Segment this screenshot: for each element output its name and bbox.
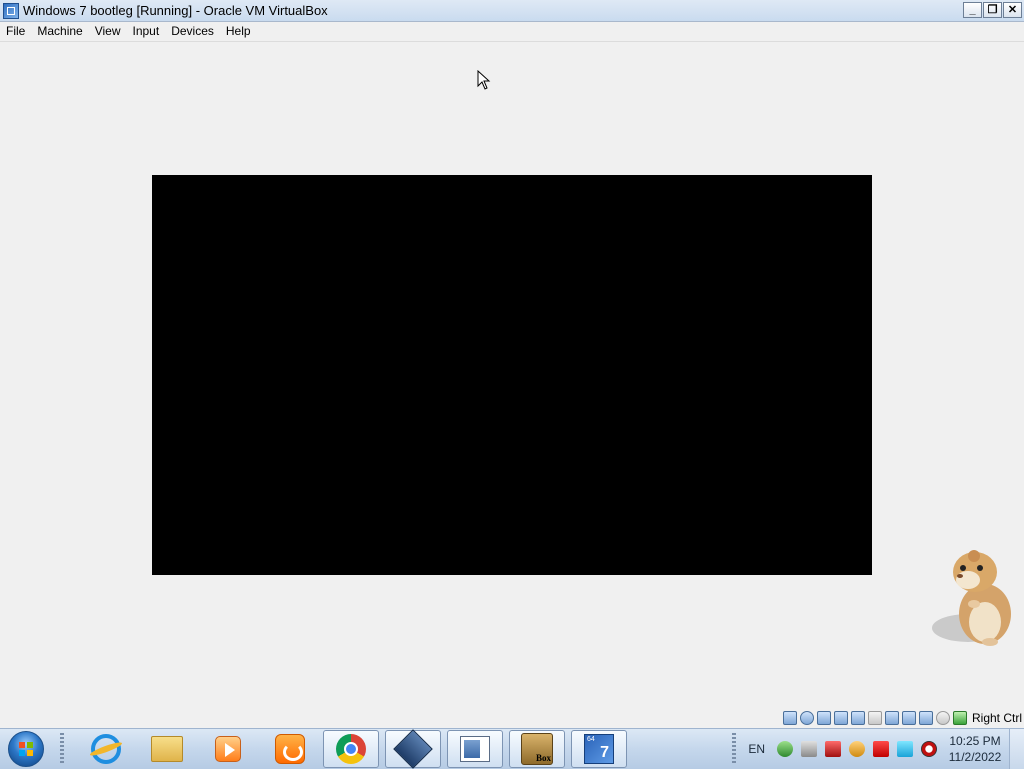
taskbar-grip[interactable] bbox=[60, 733, 64, 765]
menu-view[interactable]: View bbox=[89, 22, 127, 41]
taskbar-virtualbox[interactable] bbox=[385, 729, 441, 769]
vm-status-bar: Right Ctrl bbox=[782, 708, 1024, 728]
window-title: Windows 7 bootleg [Running] - Oracle VM … bbox=[23, 3, 328, 18]
media-player-icon bbox=[215, 736, 241, 762]
menu-file[interactable]: File bbox=[0, 22, 31, 41]
taskbar-internet-explorer[interactable] bbox=[78, 730, 134, 768]
action-center-flag-icon[interactable] bbox=[873, 741, 889, 757]
taskbar: Box 64 7 EN 10:25 PM 11/2/2022 bbox=[0, 728, 1024, 769]
security-tray-icon[interactable] bbox=[825, 741, 841, 757]
box-label: Box bbox=[535, 753, 551, 763]
vm-display[interactable] bbox=[152, 175, 872, 575]
internet-explorer-icon bbox=[91, 734, 121, 764]
system-tray: EN 10:25 PM 11/2/2022 bbox=[732, 729, 1024, 769]
title-bar: Windows 7 bootleg [Running] - Oracle VM … bbox=[0, 0, 1024, 22]
windows7-installer-icon: 64 7 bbox=[584, 734, 614, 764]
menu-devices[interactable]: Devices bbox=[165, 22, 220, 41]
show-desktop-button[interactable] bbox=[1009, 729, 1024, 769]
host-key-label: Right Ctrl bbox=[971, 711, 1022, 725]
shared-folders-icon[interactable] bbox=[867, 711, 882, 725]
chrome-icon bbox=[336, 734, 366, 764]
virtualbox-box-icon: Box bbox=[521, 733, 553, 765]
menu-machine[interactable]: Machine bbox=[31, 22, 88, 41]
tray-grip[interactable] bbox=[732, 733, 737, 765]
taskbar-virtualbox-vm[interactable]: Box bbox=[509, 730, 565, 768]
win7-badge: 64 bbox=[587, 736, 595, 743]
restore-button[interactable]: ❐ bbox=[983, 2, 1002, 18]
network-icon[interactable] bbox=[833, 711, 848, 725]
window-controls: _ ❐ ✕ bbox=[963, 2, 1022, 18]
close-button[interactable]: ✕ bbox=[1003, 2, 1022, 18]
clock[interactable]: 10:25 PM 11/2/2022 bbox=[945, 733, 1005, 765]
cpu-icon[interactable] bbox=[918, 711, 933, 725]
search-tray-icon[interactable] bbox=[849, 741, 865, 757]
recording-icon[interactable] bbox=[901, 711, 916, 725]
menu-input[interactable]: Input bbox=[127, 22, 166, 41]
mouse-integration-icon[interactable] bbox=[935, 711, 950, 725]
taskbar-chrome[interactable] bbox=[323, 730, 379, 768]
volume-tray-icon[interactable] bbox=[921, 741, 937, 757]
keyboard-icon[interactable] bbox=[952, 711, 967, 725]
virtualbox-app-icon[interactable] bbox=[3, 2, 19, 19]
usb-icon[interactable] bbox=[850, 711, 865, 725]
optical-drive-icon[interactable] bbox=[799, 711, 814, 725]
clock-time: 10:25 PM bbox=[949, 734, 1001, 748]
language-indicator[interactable]: EN bbox=[748, 742, 765, 756]
taskbar-windows7-installer[interactable]: 64 7 bbox=[571, 730, 627, 768]
display-icon[interactable] bbox=[884, 711, 899, 725]
document-viewer-icon bbox=[460, 736, 490, 762]
taskbar-media-player[interactable] bbox=[200, 730, 256, 768]
taskbar-windows-explorer[interactable] bbox=[139, 730, 195, 768]
win7-number: 7 bbox=[600, 744, 609, 761]
audio-icon[interactable] bbox=[816, 711, 831, 725]
display-tray-icon[interactable] bbox=[897, 741, 913, 757]
virtualbox-icon bbox=[393, 729, 433, 769]
menu-bar: File Machine View Input Devices Help bbox=[0, 22, 1024, 42]
minimize-button[interactable]: _ bbox=[963, 2, 982, 18]
menu-help[interactable]: Help bbox=[220, 22, 257, 41]
network-tray-icon[interactable] bbox=[777, 741, 793, 757]
start-button[interactable] bbox=[8, 731, 44, 767]
hard-disk-icon[interactable] bbox=[782, 711, 797, 725]
mouse-pointer-icon bbox=[477, 70, 491, 90]
taskbar-uc-browser[interactable] bbox=[262, 730, 318, 768]
windows-explorer-icon bbox=[151, 736, 183, 762]
hamster-pet-icon[interactable] bbox=[930, 544, 1020, 650]
taskbar-document-viewer[interactable] bbox=[447, 730, 503, 768]
uc-browser-icon bbox=[275, 734, 305, 764]
settings-tray-icon[interactable] bbox=[801, 741, 817, 757]
clock-date: 11/2/2022 bbox=[948, 750, 1002, 764]
